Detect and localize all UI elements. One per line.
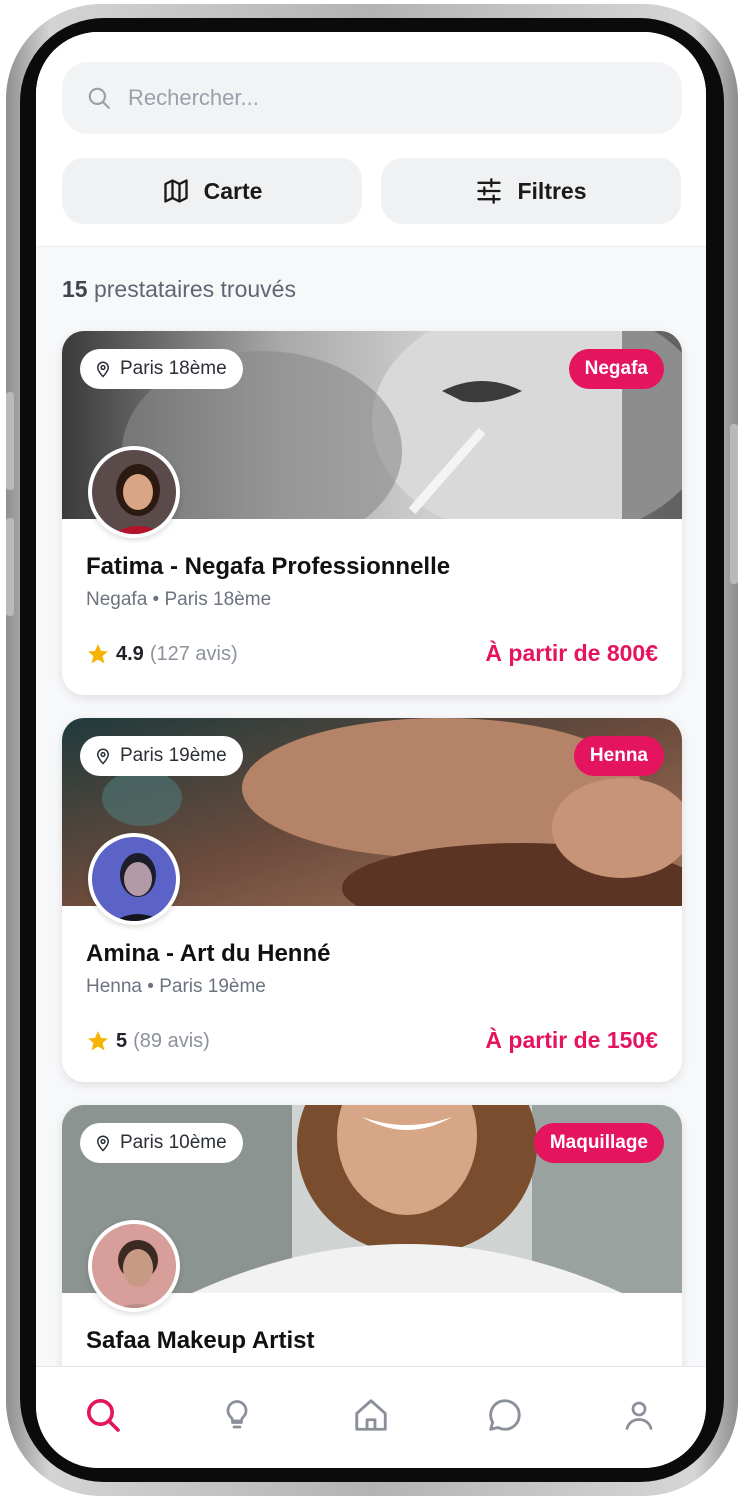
results-count: 15 prestataires trouvés [62, 276, 296, 303]
review-count: (89 avis) [133, 1029, 210, 1052]
sliders-icon [477, 178, 502, 204]
map-icon [163, 179, 188, 203]
category-badge: Henna [573, 736, 664, 776]
nav-search[interactable] [73, 1395, 133, 1445]
lightbulb-icon [226, 1400, 248, 1429]
location-label: Paris 19ème [120, 745, 227, 766]
provider-card[interactable]: Paris 10ème Maquillage Safaa Makeup Arti… [62, 1105, 682, 1405]
profile-icon [625, 1401, 653, 1430]
provider-name: Fatima - Negafa Professionnelle [86, 553, 451, 580]
map-button-label: Carte [203, 177, 263, 204]
filters-button-label: Filtres [517, 177, 587, 204]
rating-value: 4.9 [116, 642, 144, 665]
avatar [88, 446, 180, 538]
phone-side-button [730, 424, 738, 584]
phone-side-button [6, 518, 14, 616]
location-pin-icon [96, 1135, 110, 1152]
provider-card[interactable]: Paris 18ème Negafa Fatima - Negafa Profe… [62, 331, 682, 695]
search-icon [88, 87, 110, 109]
filters-button[interactable]: Filtres [381, 158, 681, 224]
price-label: À partir de 800€ [485, 640, 658, 666]
rating-value: 5 [116, 1029, 128, 1052]
search-bar[interactable] [62, 62, 682, 134]
chat-icon [489, 1399, 521, 1431]
location-pill: Paris 10ème [80, 1123, 243, 1163]
map-button[interactable]: Carte [62, 158, 362, 224]
provider-subtitle: Henna • Paris 19ème [86, 976, 266, 997]
nav-home[interactable] [341, 1395, 401, 1445]
search-input[interactable] [128, 78, 628, 118]
provider-subtitle: Negafa • Paris 18ème [86, 589, 272, 610]
avatar [88, 1220, 180, 1312]
phone-side-button [6, 392, 14, 490]
location-label: Paris 18ème [120, 358, 227, 379]
nav-messages[interactable] [475, 1395, 535, 1445]
bottom-nav [36, 1366, 706, 1468]
category-badge: Negafa [568, 349, 664, 389]
results-count-number: 15 [62, 276, 88, 302]
search-icon [87, 1399, 120, 1432]
rating: 5 (89 avis) [86, 1029, 210, 1053]
star-icon [88, 644, 108, 664]
nav-profile[interactable] [609, 1395, 669, 1445]
category-badge: Maquillage [533, 1123, 664, 1163]
star-icon [88, 1031, 108, 1051]
provider-name: Amina - Art du Henné [86, 940, 331, 967]
location-pill: Paris 18ème [80, 349, 243, 389]
location-pin-icon [96, 361, 110, 378]
header: Carte Filtres [36, 32, 706, 247]
location-label: Paris 10ème [120, 1132, 227, 1153]
results-count-label: prestataires trouvés [93, 276, 296, 302]
avatar [88, 833, 180, 925]
price-label: À partir de 150€ [485, 1027, 658, 1053]
provider-name: Safaa Makeup Artist [86, 1327, 315, 1354]
location-pill: Paris 19ème [80, 736, 243, 776]
nav-ideas[interactable] [207, 1395, 267, 1445]
location-pin-icon [96, 748, 110, 765]
home-icon [355, 1399, 387, 1431]
provider-card[interactable]: Paris 19ème Henna Amina - Art du Henné H… [62, 718, 682, 1082]
app-screen: Carte Filtres 15 prestataires trouvés [36, 32, 706, 1468]
rating: 4.9 (127 avis) [86, 642, 238, 666]
review-count: (127 avis) [149, 642, 238, 665]
